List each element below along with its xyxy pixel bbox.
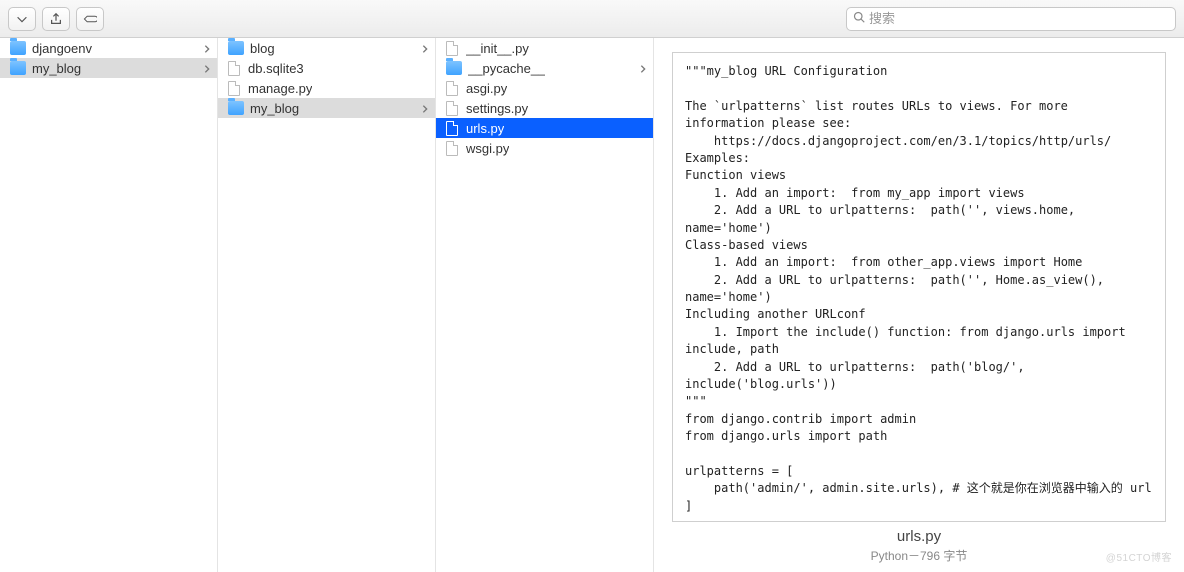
dropdown-button[interactable] bbox=[8, 7, 36, 31]
file-icon bbox=[228, 61, 240, 76]
search-field[interactable] bbox=[846, 7, 1176, 31]
item-label: asgi.py bbox=[466, 81, 507, 96]
search-input[interactable] bbox=[869, 11, 1169, 26]
folder-icon bbox=[10, 61, 26, 75]
file-icon bbox=[228, 81, 240, 96]
toolbar bbox=[0, 0, 1184, 38]
share-button[interactable] bbox=[42, 7, 70, 31]
file-item[interactable]: manage.py bbox=[218, 78, 435, 98]
chevron-right-icon bbox=[639, 62, 647, 77]
file-icon bbox=[446, 101, 458, 116]
column-1: blog db.sqlite3 manage.py my_blog bbox=[218, 38, 436, 572]
chevron-right-icon bbox=[421, 42, 429, 57]
item-label: my_blog bbox=[250, 101, 299, 116]
item-label: db.sqlite3 bbox=[248, 61, 304, 76]
folder-item[interactable]: djangoenv bbox=[0, 38, 217, 58]
item-label: urls.py bbox=[466, 121, 504, 136]
file-item[interactable]: urls.py bbox=[436, 118, 653, 138]
folder-icon bbox=[446, 61, 462, 75]
file-item[interactable]: asgi.py bbox=[436, 78, 653, 98]
folder-icon bbox=[10, 41, 26, 55]
item-label: __init__.py bbox=[466, 41, 529, 56]
folder-item[interactable]: my_blog bbox=[0, 58, 217, 78]
preview-content[interactable]: """my_blog URL Configuration The `urlpat… bbox=[672, 52, 1166, 522]
item-label: djangoenv bbox=[32, 41, 92, 56]
preview-meta: Python－796 字节 bbox=[672, 547, 1166, 564]
file-item[interactable]: wsgi.py bbox=[436, 138, 653, 158]
item-label: wsgi.py bbox=[466, 141, 509, 156]
item-label: __pycache__ bbox=[468, 61, 545, 76]
preview-filename: urls.py bbox=[672, 528, 1166, 545]
search-icon bbox=[853, 11, 865, 26]
chevron-right-icon bbox=[203, 62, 211, 77]
tag-button[interactable] bbox=[76, 7, 104, 31]
file-icon bbox=[446, 41, 458, 56]
file-icon bbox=[446, 81, 458, 96]
file-item[interactable]: settings.py bbox=[436, 98, 653, 118]
chevron-right-icon bbox=[421, 102, 429, 117]
item-label: my_blog bbox=[32, 61, 81, 76]
preview-pane: """my_blog URL Configuration The `urlpat… bbox=[654, 38, 1184, 572]
preview-footer: urls.py Python－796 字节 bbox=[672, 522, 1166, 566]
file-item[interactable]: __init__.py bbox=[436, 38, 653, 58]
file-contents: """my_blog URL Configuration The `urlpat… bbox=[685, 63, 1153, 515]
item-label: manage.py bbox=[248, 81, 312, 96]
column-browser: djangoenv my_blog blog db.sqlite3 manage.py… bbox=[0, 38, 1184, 572]
folder-item[interactable]: blog bbox=[218, 38, 435, 58]
folder-icon bbox=[228, 101, 244, 115]
item-label: settings.py bbox=[466, 101, 528, 116]
item-label: blog bbox=[250, 41, 275, 56]
column-2: __init__.py __pycache__ asgi.py settings.py… bbox=[436, 38, 654, 572]
file-icon bbox=[446, 121, 458, 136]
folder-item[interactable]: my_blog bbox=[218, 98, 435, 118]
folder-item[interactable]: __pycache__ bbox=[436, 58, 653, 78]
chevron-right-icon bbox=[203, 42, 211, 57]
file-item[interactable]: db.sqlite3 bbox=[218, 58, 435, 78]
column-0: djangoenv my_blog bbox=[0, 38, 218, 572]
watermark: @51CTO博客 bbox=[1106, 549, 1172, 564]
folder-icon bbox=[228, 41, 244, 55]
file-icon bbox=[446, 141, 458, 156]
